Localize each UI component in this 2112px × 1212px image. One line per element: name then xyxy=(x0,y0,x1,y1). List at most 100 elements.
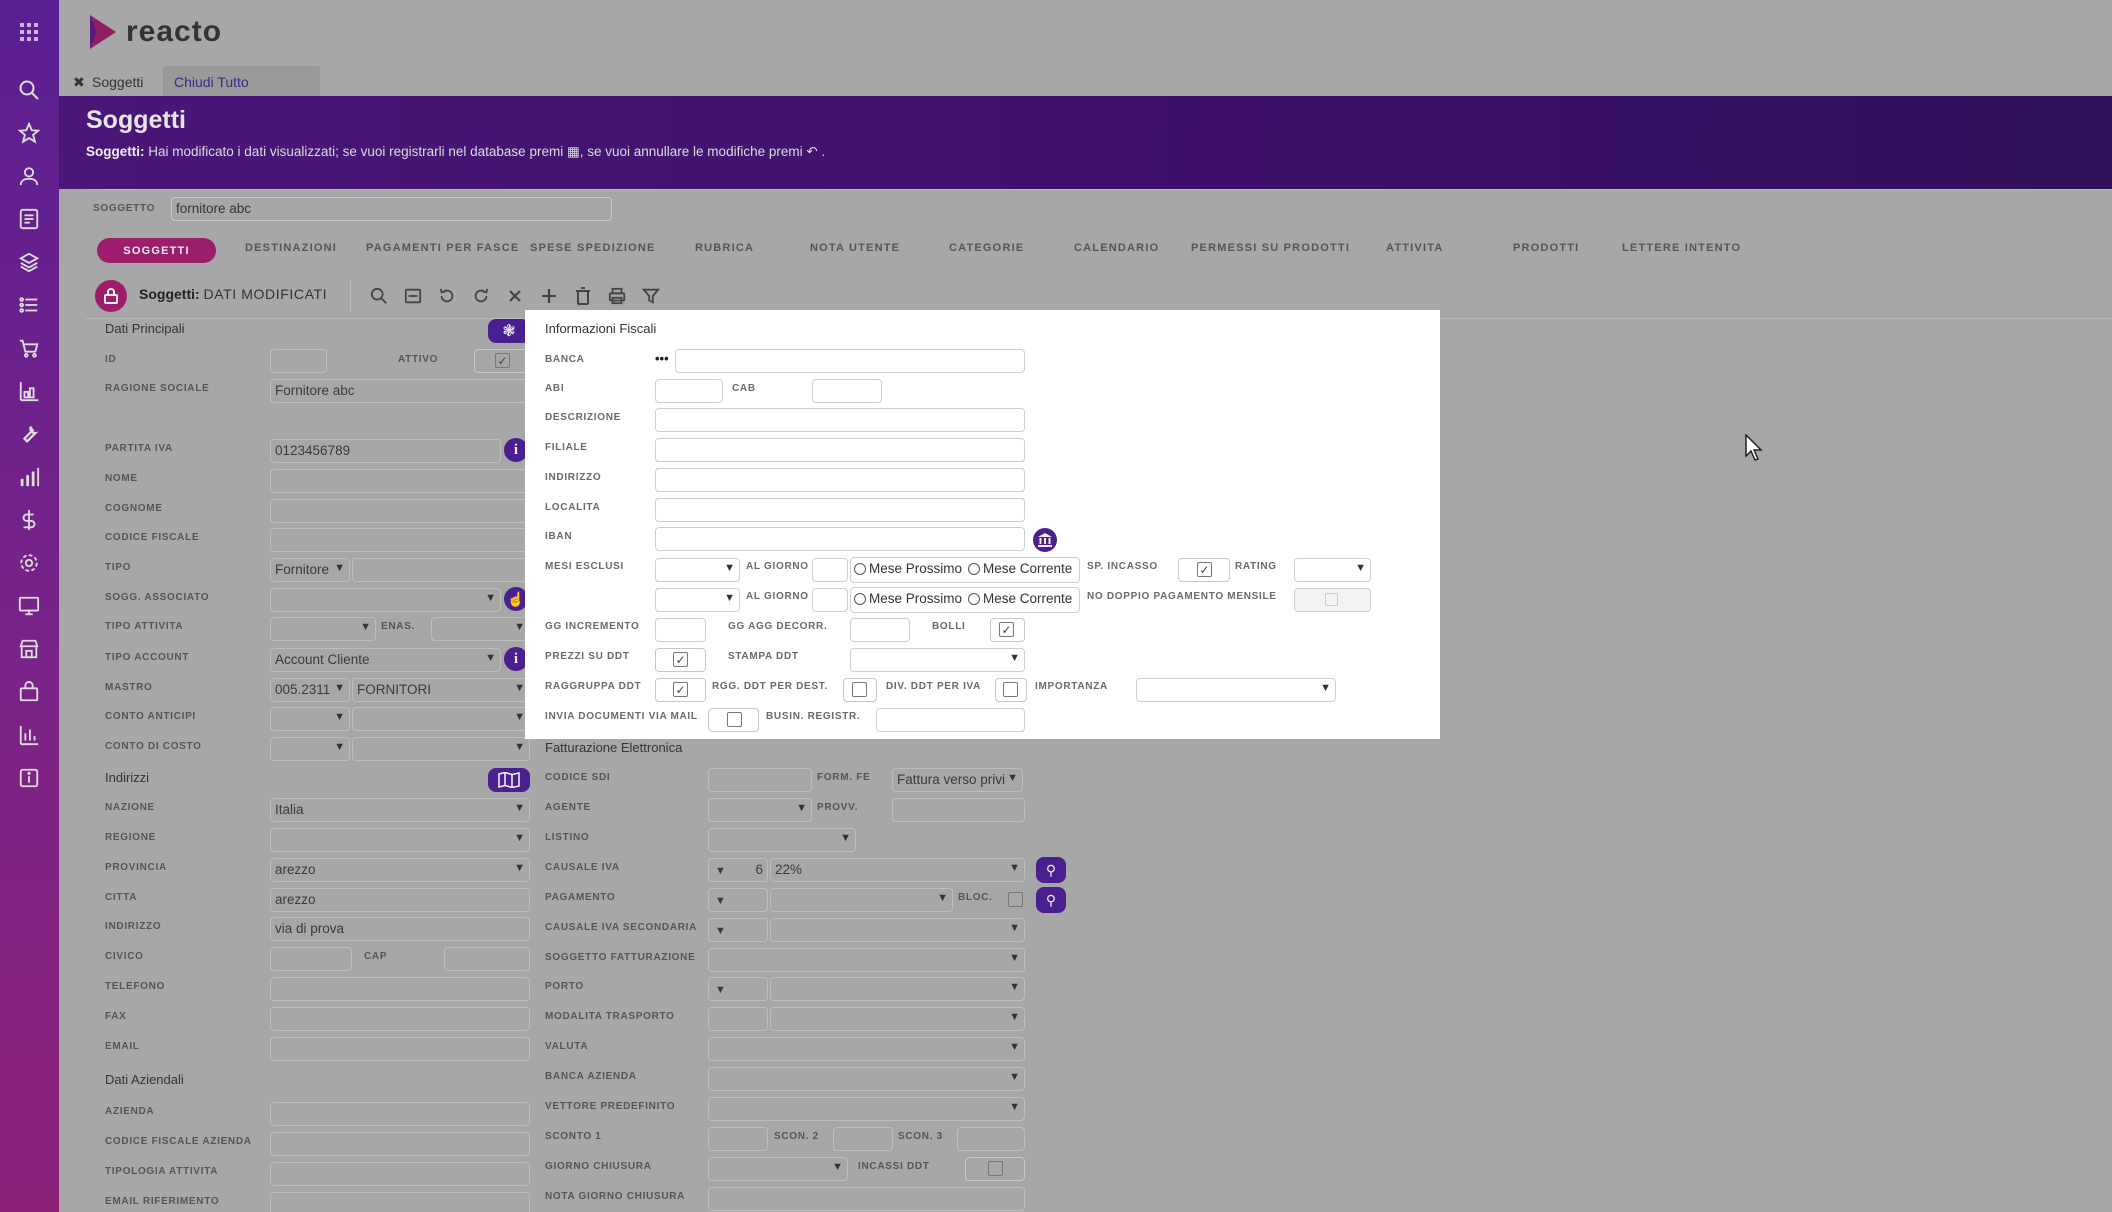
sp-incasso-checkbox[interactable]: ✓ xyxy=(1197,562,1212,577)
ragione-sociale-input[interactable]: Fornitore abc xyxy=(270,379,530,403)
iban-input[interactable] xyxy=(655,527,1025,551)
flower-action-button[interactable]: ❃ xyxy=(488,319,530,343)
radio-mese-corrente-1[interactable]: Mese Corrente xyxy=(968,561,1072,576)
azienda-input[interactable] xyxy=(270,1102,530,1126)
tipo-select[interactable]: Fornitore ▼ xyxy=(270,558,350,582)
causale-iva-sec-code-select[interactable]: ▼ xyxy=(708,918,768,942)
search-icon[interactable] xyxy=(367,284,391,308)
porto-select[interactable]: ▼ xyxy=(770,977,1025,1001)
tab-calendario[interactable]: CALENDARIO xyxy=(1074,242,1159,254)
provv-input[interactable] xyxy=(892,798,1025,822)
user-icon[interactable] xyxy=(9,159,49,193)
conto-costo-code-select[interactable]: ▼ xyxy=(270,737,350,761)
window-tab-subjects[interactable]: Soggetti xyxy=(92,74,143,90)
partita-iva-input[interactable]: 0123456789 xyxy=(270,439,501,463)
dollar-icon[interactable] xyxy=(9,503,49,537)
tab-prodotti[interactable]: PRODOTTI xyxy=(1513,242,1579,254)
banca-lookup-button[interactable]: ••• xyxy=(655,351,669,366)
conto-costo-desc-select[interactable]: ▼ xyxy=(352,737,530,761)
porto-code-select[interactable]: ▼ xyxy=(708,977,768,1001)
modalita-trasporto-select[interactable]: ▼ xyxy=(770,1007,1025,1031)
abi-input[interactable] xyxy=(655,379,723,403)
cab-input[interactable] xyxy=(812,379,882,403)
causale-iva-sec-select[interactable]: ▼ xyxy=(770,918,1025,942)
tab-lettere-intento[interactable]: LETTERE INTENTO xyxy=(1622,242,1741,254)
prezzi-ddt-checkbox[interactable]: ✓ xyxy=(673,652,688,667)
no-doppio-checkbox[interactable] xyxy=(1325,593,1338,606)
mesi-esclusi-2-select[interactable]: ▼ xyxy=(655,588,740,612)
telefono-input[interactable] xyxy=(270,977,530,1001)
conto-anticipi-desc-select[interactable]: ▼ xyxy=(352,707,530,731)
codice-sdi-input[interactable] xyxy=(708,768,812,792)
pagamento-code-select[interactable]: ▼ xyxy=(708,888,768,912)
radio-mese-prossimo-2[interactable]: Mese Prossimo xyxy=(854,591,962,606)
map-button[interactable] xyxy=(488,768,530,792)
al-giorno-1-input[interactable] xyxy=(812,558,848,582)
div-ddt-iva-checkbox[interactable] xyxy=(1003,682,1018,697)
modalita-trasporto-code[interactable] xyxy=(708,1007,768,1031)
listino-select[interactable]: ▼ xyxy=(708,828,856,852)
sogg-associato-select[interactable]: ▼ xyxy=(270,588,501,612)
mesi-esclusi-1-select[interactable]: ▼ xyxy=(655,558,740,582)
filter-icon[interactable] xyxy=(639,284,663,308)
radio-mese-prossimo-1[interactable]: Mese Prossimo xyxy=(854,561,962,576)
nota-giorno-chiusura-input[interactable] xyxy=(708,1187,1025,1211)
enas-select[interactable]: ▼ xyxy=(431,617,530,641)
mastro-desc-select[interactable]: FORNITORI ▼ xyxy=(352,678,530,702)
info-panel-icon[interactable] xyxy=(9,761,49,795)
tipologia-attivita-input[interactable] xyxy=(270,1162,530,1186)
monitor-icon[interactable] xyxy=(9,589,49,623)
busin-registr-input[interactable] xyxy=(876,708,1025,732)
add-icon[interactable] xyxy=(537,284,561,308)
sconto-2-input[interactable] xyxy=(833,1127,893,1151)
pagamento-pin-button[interactable]: ⚲ xyxy=(1036,887,1066,913)
cap-input[interactable] xyxy=(444,947,530,971)
regione-select[interactable]: ▼ xyxy=(270,828,530,852)
list-icon[interactable] xyxy=(9,288,49,322)
id-input[interactable] xyxy=(270,349,327,373)
cancel-icon[interactable] xyxy=(503,284,527,308)
giorno-chiusura-select[interactable]: ▼ xyxy=(708,1157,848,1181)
bolli-checkbox[interactable]: ✓ xyxy=(999,622,1014,637)
wrench-icon[interactable] xyxy=(9,417,49,451)
fax-input[interactable] xyxy=(270,1007,530,1031)
importanza-select[interactable]: ▼ xyxy=(1136,678,1336,702)
bar-chart-icon[interactable] xyxy=(9,460,49,494)
close-all-button[interactable]: Chiudi Tutto xyxy=(174,74,249,90)
incassi-ddt-checkbox[interactable] xyxy=(988,1161,1003,1176)
lock-button[interactable] xyxy=(95,280,127,312)
box-stack-icon[interactable] xyxy=(9,245,49,279)
undo-icon[interactable] xyxy=(435,284,459,308)
mastro-code-select[interactable]: 005.2311 ▼ xyxy=(270,678,350,702)
causale-iva-code-select[interactable]: ▼ 6 xyxy=(708,858,768,882)
warehouse-icon[interactable] xyxy=(9,374,49,408)
filiale-input[interactable] xyxy=(655,438,1025,462)
star-icon[interactable] xyxy=(9,116,49,150)
close-icon[interactable]: ✖ xyxy=(73,74,85,91)
tipo-extra-input[interactable] xyxy=(352,558,530,582)
cart-icon[interactable] xyxy=(9,331,49,365)
banca-input[interactable] xyxy=(675,349,1025,373)
stampa-ddt-select[interactable]: ▼ xyxy=(850,648,1025,672)
sconto-3-input[interactable] xyxy=(957,1127,1025,1151)
raggruppa-ddt-checkbox[interactable]: ✓ xyxy=(673,682,688,697)
form-fe-select[interactable]: Fattura verso privi ▼ xyxy=(892,768,1023,792)
agente-select[interactable]: ▼ xyxy=(708,798,812,822)
civico-input[interactable] xyxy=(270,947,352,971)
indirizzo-banca-input[interactable] xyxy=(655,468,1025,492)
form-icon[interactable] xyxy=(401,284,425,308)
causale-iva-pin-button[interactable]: ⚲ xyxy=(1036,857,1066,883)
localita-input[interactable] xyxy=(655,498,1025,522)
radio-mese-corrente-2[interactable]: Mese Corrente xyxy=(968,591,1072,606)
tab-attivita[interactable]: ATTIVITA xyxy=(1386,242,1443,254)
tab-categorie[interactable]: CATEGORIE xyxy=(949,242,1024,254)
valuta-select[interactable]: ▼ xyxy=(708,1037,1025,1061)
gg-agg-decorr-input[interactable] xyxy=(850,618,910,642)
analytics-icon[interactable] xyxy=(9,718,49,752)
codice-fiscale-input[interactable] xyxy=(270,528,530,552)
soggetto-fatturazione-select[interactable]: ▼ xyxy=(708,948,1025,972)
gear-icon[interactable] xyxy=(9,546,49,580)
indirizzo-input[interactable]: via di prova xyxy=(270,917,530,941)
gg-incremento-input[interactable] xyxy=(655,618,706,642)
rating-select[interactable]: ▼ xyxy=(1294,558,1371,582)
